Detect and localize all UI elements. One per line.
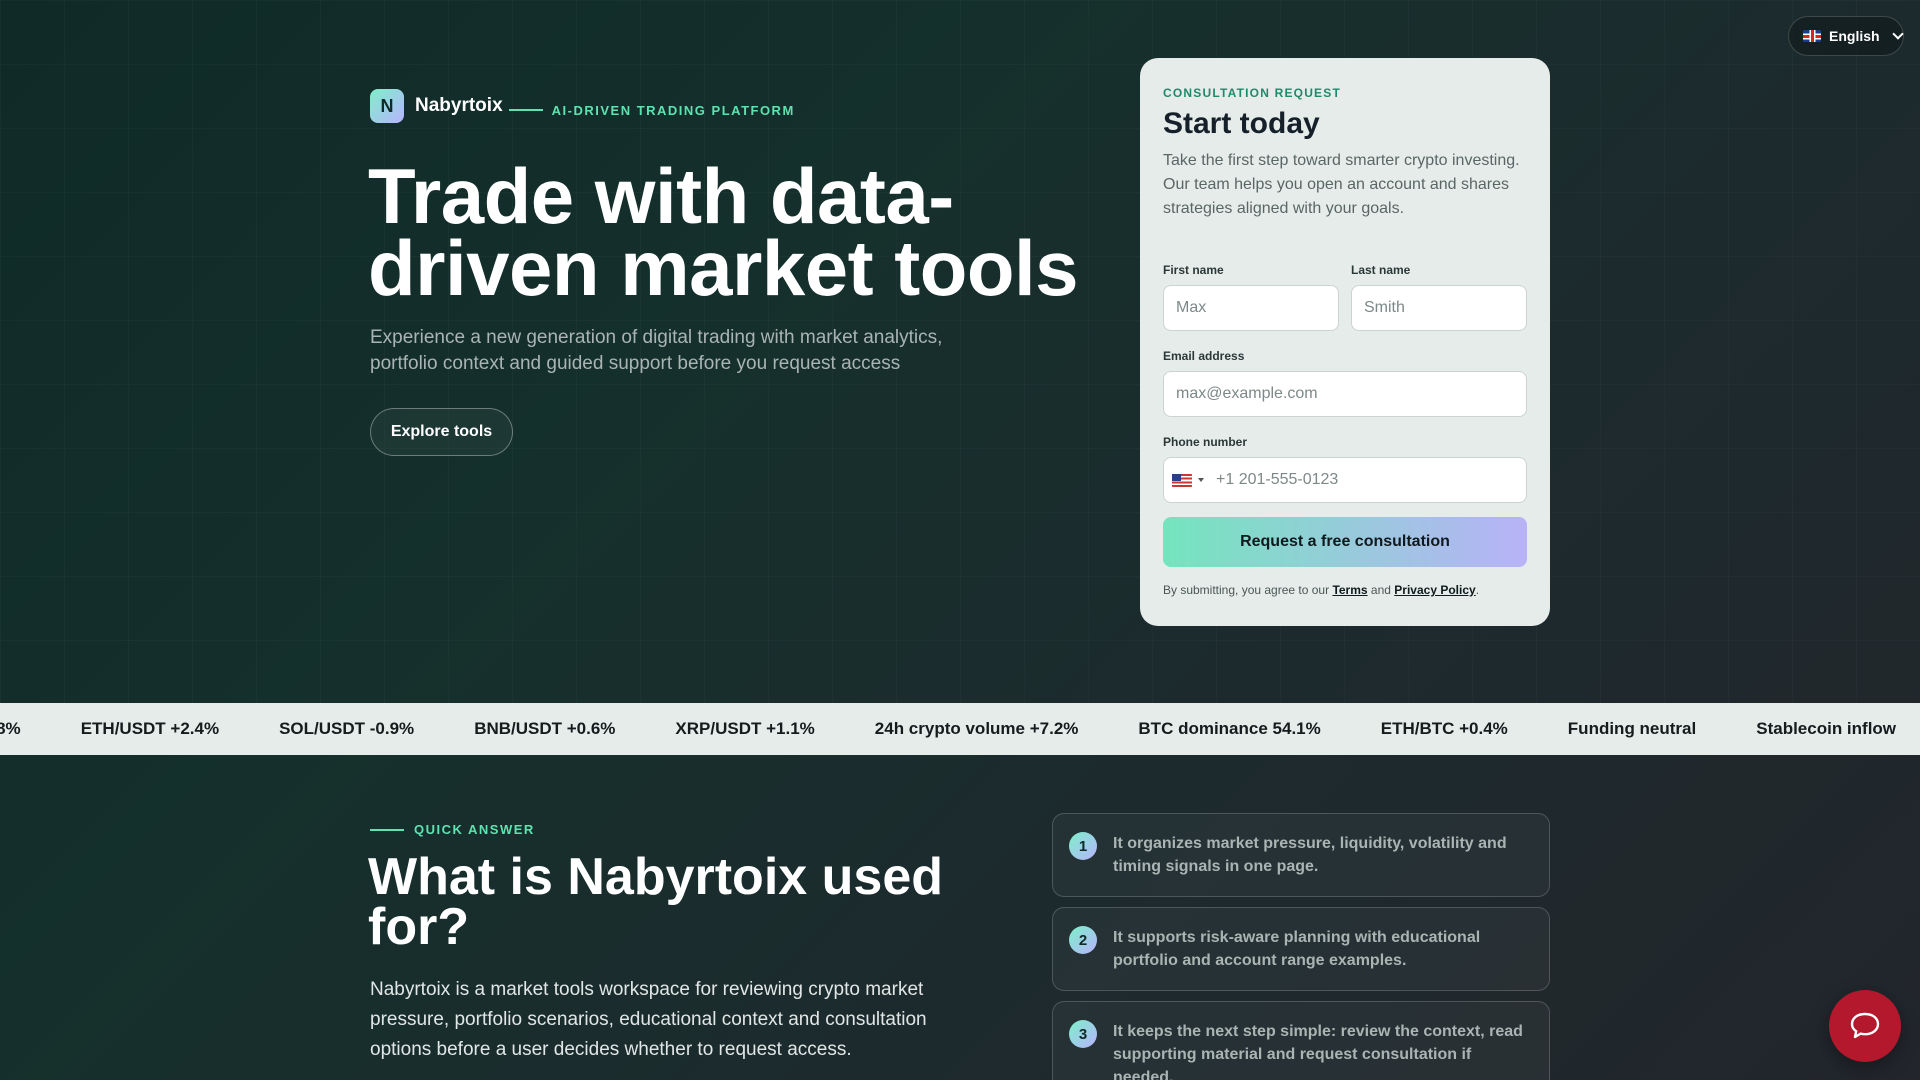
brand-name[interactable]: Nabyrtoix: [415, 95, 503, 117]
market-ticker: +1.8% ETH/USDT +2.4% SOL/USDT -0.9% BNB/…: [0, 703, 1920, 755]
quick-answer-point: 2 It supports risk-aware planning with e…: [1052, 907, 1550, 991]
point-number-badge: 1: [1069, 832, 1097, 860]
last-name-input[interactable]: [1351, 285, 1527, 331]
ticker-item: Stablecoin inflow: [1756, 719, 1897, 738]
quick-answer-point: 3 It keeps the next step simple: review …: [1052, 1001, 1550, 1080]
phone-field: Phone number: [1163, 435, 1527, 503]
ticker-item: XRP/USDT +1.1%: [675, 719, 815, 738]
email-field: Email address: [1163, 349, 1527, 417]
ticker-item: Funding neutral: [1567, 719, 1697, 738]
quick-answer-kicker: QUICK ANSWER: [370, 822, 535, 837]
hero-subtitle: Experience a new generation of digital t…: [370, 327, 943, 374]
ticker-item: SOL/USDT -0.9%: [279, 719, 415, 738]
chat-launcher-button[interactable]: [1829, 990, 1901, 1062]
privacy-policy-link[interactable]: Privacy Policy: [1394, 583, 1475, 597]
point-number-badge: 3: [1069, 1020, 1097, 1048]
email-label: Email address: [1163, 349, 1245, 363]
legal-notice: By submitting, you agree to our Terms an…: [1163, 583, 1527, 597]
quick-answer-point: 1 It organizes market pressure, liquidit…: [1052, 813, 1550, 897]
legal-and: and: [1370, 583, 1391, 597]
request-consultation-button[interactable]: Request a free consultation: [1163, 517, 1527, 567]
quick-answer-body: Nabyrtoix is a market tools workspace fo…: [370, 979, 927, 1060]
ticker-item: 24h crypto volume +7.2%: [874, 719, 1079, 738]
point-number-badge: 2: [1069, 926, 1097, 954]
uk-flag-icon: [1803, 30, 1821, 42]
ticker-track: +1.8% ETH/USDT +2.4% SOL/USDT -0.9% BNB/…: [0, 703, 1920, 755]
terms-link[interactable]: Terms: [1332, 583, 1367, 597]
last-name-label: Last name: [1351, 263, 1411, 277]
quick-answer-title: What is Nabyrtoix used for?: [368, 848, 943, 956]
chevron-down-icon: [1891, 28, 1904, 40]
point-text: It supports risk-aware planning with edu…: [1113, 929, 1481, 969]
quick-answer-kicker-text: QUICK ANSWER: [414, 822, 535, 837]
point-text: It organizes market pressure, liquidity,…: [1113, 835, 1507, 875]
language-label: English: [1829, 28, 1880, 44]
first-name-field: First name: [1163, 263, 1339, 331]
form-title: Start today: [1163, 107, 1320, 140]
name-fields-row: First name Last name: [1163, 263, 1527, 331]
form-description: Take the first step toward smarter crypt…: [1163, 152, 1520, 217]
form-kicker: CONSULTATION REQUEST: [1163, 86, 1341, 100]
legal-suffix: .: [1475, 583, 1480, 597]
legal-prefix: By submitting, you agree to our: [1163, 583, 1330, 597]
explore-tools-button[interactable]: Explore tools: [370, 408, 513, 456]
phone-input[interactable]: [1204, 458, 1526, 502]
ticker-item: ETH/USDT +2.4%: [80, 719, 220, 738]
ticker-item: BNB/USDT +0.6%: [474, 719, 616, 738]
chat-bubble-icon: [1850, 1012, 1880, 1039]
email-input[interactable]: [1163, 371, 1527, 417]
brand-tagline: AI-DRIVEN TRADING PLATFORM: [551, 102, 795, 118]
phone-label: Phone number: [1163, 435, 1248, 449]
phone-input-wrapper: [1163, 457, 1527, 503]
kicker-divider: [370, 828, 404, 831]
last-name-field: Last name: [1351, 263, 1527, 331]
language-switcher[interactable]: English: [1788, 16, 1904, 56]
first-name-label: First name: [1163, 263, 1224, 277]
ticker-item: +1.8%: [0, 719, 21, 738]
hero-title: Trade with data-driven market tools: [368, 152, 1079, 312]
brand: N Nabyrtoix AI-DRIVEN TRADING PLATFORM: [370, 89, 795, 123]
brand-divider: [508, 109, 543, 111]
ticker-item: ETH/BTC +0.4%: [1380, 719, 1508, 738]
point-text: It keeps the next step simple: review th…: [1113, 1023, 1523, 1080]
ticker-item: BTC dominance 54.1%: [1138, 719, 1321, 738]
logo[interactable]: N: [370, 89, 404, 123]
us-flag-icon[interactable]: [1172, 473, 1192, 487]
consultation-form-card: CONSULTATION REQUEST Start today Take th…: [1140, 58, 1550, 626]
first-name-input[interactable]: [1163, 285, 1339, 331]
